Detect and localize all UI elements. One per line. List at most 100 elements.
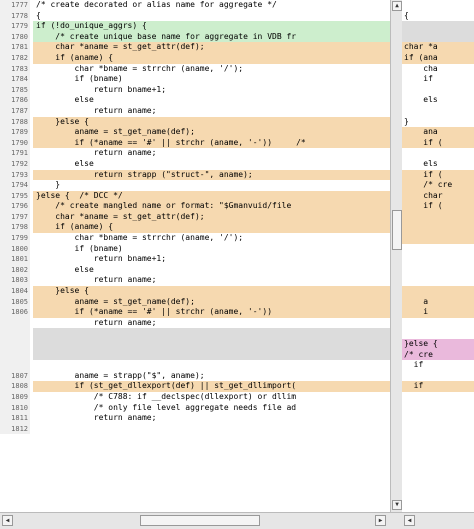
code-line[interactable]: [402, 148, 474, 159]
line-number: 1807: [0, 370, 30, 382]
code-line[interactable]: 1797 char *aname = st_get_attr(def);: [0, 211, 390, 223]
code-line[interactable]: 1781 char *aname = st_get_attr(def);: [0, 42, 390, 53]
code-line[interactable]: els: [402, 159, 474, 170]
code-line[interactable]: [0, 339, 390, 350]
code-line[interactable]: return aname;: [0, 317, 390, 329]
code-line[interactable]: 1800 if (bname): [0, 243, 390, 255]
code-line[interactable]: 1808 if (st_get_dllexport(def) || st_get…: [0, 381, 390, 392]
code-line[interactable]: [0, 328, 390, 339]
code-line[interactable]: 1811 return aname;: [0, 413, 390, 424]
code-line[interactable]: i: [402, 307, 474, 318]
code-line[interactable]: 1778 {: [0, 10, 390, 22]
code-line[interactable]: char: [402, 190, 474, 202]
code-line[interactable]: 1786 else: [0, 95, 390, 106]
line-number: 1805: [0, 296, 30, 308]
code-line[interactable]: 1791 return aname;: [0, 148, 390, 159]
code-line[interactable]: 1795}else { /* DCC */: [0, 190, 390, 202]
code-line[interactable]: [0, 349, 390, 361]
code-line[interactable]: if (: [402, 169, 474, 181]
code-text: if (bname): [36, 74, 123, 84]
code-line[interactable]: a: [402, 296, 474, 308]
line-number: [0, 339, 30, 350]
code-line[interactable]: [402, 254, 474, 265]
scroll-right-button[interactable]: ▶: [375, 515, 386, 526]
code-line[interactable]: }: [402, 117, 474, 128]
code-line[interactable]: if: [402, 381, 474, 392]
code-line[interactable]: 1794 }: [0, 180, 390, 191]
code-line[interactable]: 1779 if (!do_unique_aggrs) {: [0, 21, 390, 32]
code-line[interactable]: [402, 328, 474, 339]
code-line[interactable]: [402, 413, 474, 424]
code-line[interactable]: 1810 /* only file level aggregate needs …: [0, 402, 390, 414]
code-line[interactable]: [402, 265, 474, 276]
code-line[interactable]: 1796 /* create mangled name or format: "…: [0, 201, 390, 212]
code-line[interactable]: [402, 403, 474, 414]
code-line[interactable]: 1798 if (aname) {: [0, 222, 390, 234]
code-line[interactable]: [402, 392, 474, 403]
code-line[interactable]: [402, 106, 474, 117]
code-line[interactable]: 1788 }else {: [0, 116, 390, 128]
code-line[interactable]: 1807 aname = strapp("$", aname);: [0, 370, 390, 382]
code-line[interactable]: 1805 aname = st_get_name(def);: [0, 296, 390, 308]
code-line[interactable]: /* cre: [402, 180, 474, 191]
code-line[interactable]: 1777 /* create decorated or alias name fo…: [0, 0, 390, 11]
code-line[interactable]: char *a: [402, 42, 474, 53]
code-line[interactable]: if (: [402, 137, 474, 149]
code-line[interactable]: 1793 return strapp ("struct-", aname);: [0, 169, 390, 181]
code-line[interactable]: 1799 char *bname = strrchr (aname, '/');: [0, 233, 390, 244]
code-line[interactable]: if: [402, 74, 474, 85]
code-line[interactable]: 1780 /* create unique base name for aggr…: [0, 31, 390, 43]
code-line[interactable]: 1792 else: [0, 158, 390, 170]
code-line[interactable]: 1784 if (bname): [0, 74, 390, 85]
code-line[interactable]: [402, 211, 474, 223]
code-line[interactable]: 1806 if (*aname == '#' || strchr (aname,…: [0, 307, 390, 318]
scroll-thumb[interactable]: [392, 210, 402, 250]
code-line[interactable]: 1790 if (*aname == '#' || strchr (aname,…: [0, 137, 390, 149]
code-line[interactable]: 1801 return bname+1;: [0, 254, 390, 265]
code-line[interactable]: 1783 char *bname = strrchr (aname, '/');: [0, 63, 390, 75]
code-line[interactable]: 1803 return aname;: [0, 275, 390, 287]
scroll-down-button[interactable]: ▼: [392, 500, 402, 510]
code-line[interactable]: 1812: [0, 423, 390, 435]
code-line[interactable]: }else {: [402, 339, 474, 350]
code-line[interactable]: [402, 0, 474, 11]
code-line[interactable]: [402, 21, 474, 32]
code-line[interactable]: /* cre: [402, 349, 474, 361]
code-line[interactable]: [0, 360, 390, 371]
code-line[interactable]: [402, 286, 474, 297]
code-line[interactable]: els: [402, 95, 474, 106]
code-line[interactable]: 1782 if (aname) {: [0, 52, 390, 64]
code-line[interactable]: {: [402, 11, 474, 22]
right-code-pane[interactable]: { char *a if (ana cha if els} ana if ( els…: [402, 0, 474, 512]
code-line[interactable]: 1789 aname = st_get_name(def);: [0, 127, 390, 138]
code-line[interactable]: [402, 31, 474, 43]
code-line[interactable]: [402, 85, 474, 96]
code-line[interactable]: [402, 233, 474, 244]
code-line[interactable]: 1785 return bname+1;: [0, 84, 390, 96]
right-horizontal-scrollbar[interactable]: ◀: [402, 512, 474, 529]
code-line[interactable]: [402, 424, 474, 435]
code-line[interactable]: [402, 275, 474, 286]
scroll-left-button[interactable]: ◀: [404, 515, 415, 526]
code-line[interactable]: if (ana: [402, 52, 474, 64]
code-line[interactable]: if: [402, 360, 474, 371]
code-line[interactable]: 1809 /* C788: if __declspec(dllexport) o…: [0, 391, 390, 403]
code-line[interactable]: [402, 244, 474, 255]
code-text: if (: [402, 201, 474, 212]
code-line[interactable]: if (: [402, 201, 474, 212]
left-horizontal-scrollbar[interactable]: ◀ ▶: [0, 512, 402, 529]
code-line[interactable]: 1804 }else {: [0, 286, 390, 297]
scroll-up-button[interactable]: ▲: [392, 1, 402, 11]
horizontal-scroll-thumb[interactable]: [140, 515, 260, 526]
code-line[interactable]: [402, 318, 474, 329]
code-line[interactable]: [402, 371, 474, 382]
code-line[interactable]: ana: [402, 127, 474, 138]
code-line[interactable]: [402, 222, 474, 234]
scroll-left-button[interactable]: ◀: [2, 515, 13, 526]
code-line[interactable]: 1787 return aname;: [0, 105, 390, 117]
code-line[interactable]: 1802 else: [0, 264, 390, 276]
code-line[interactable]: cha: [402, 64, 474, 75]
left-code-pane[interactable]: 1777 /* create decorated or alias name fo…: [0, 0, 390, 512]
